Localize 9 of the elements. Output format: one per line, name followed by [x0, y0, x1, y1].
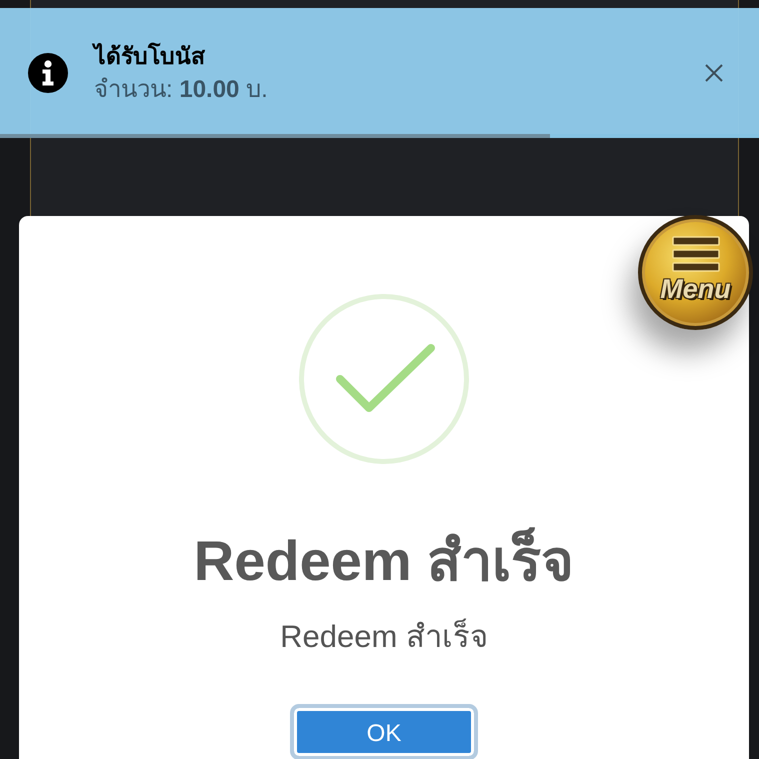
ok-button[interactable]: OK — [290, 704, 478, 759]
toast-title: ได้รับโบนัส — [94, 42, 206, 72]
toast-message: จำนวน: 10.00 บ. — [94, 75, 269, 105]
info-icon — [28, 53, 68, 93]
success-check-icon — [299, 294, 469, 464]
menu-icon — [672, 236, 720, 272]
modal-text: Redeem สำเร็จ — [280, 618, 488, 656]
modal-title: Redeem สำเร็จ — [194, 526, 574, 594]
close-icon — [705, 64, 723, 82]
